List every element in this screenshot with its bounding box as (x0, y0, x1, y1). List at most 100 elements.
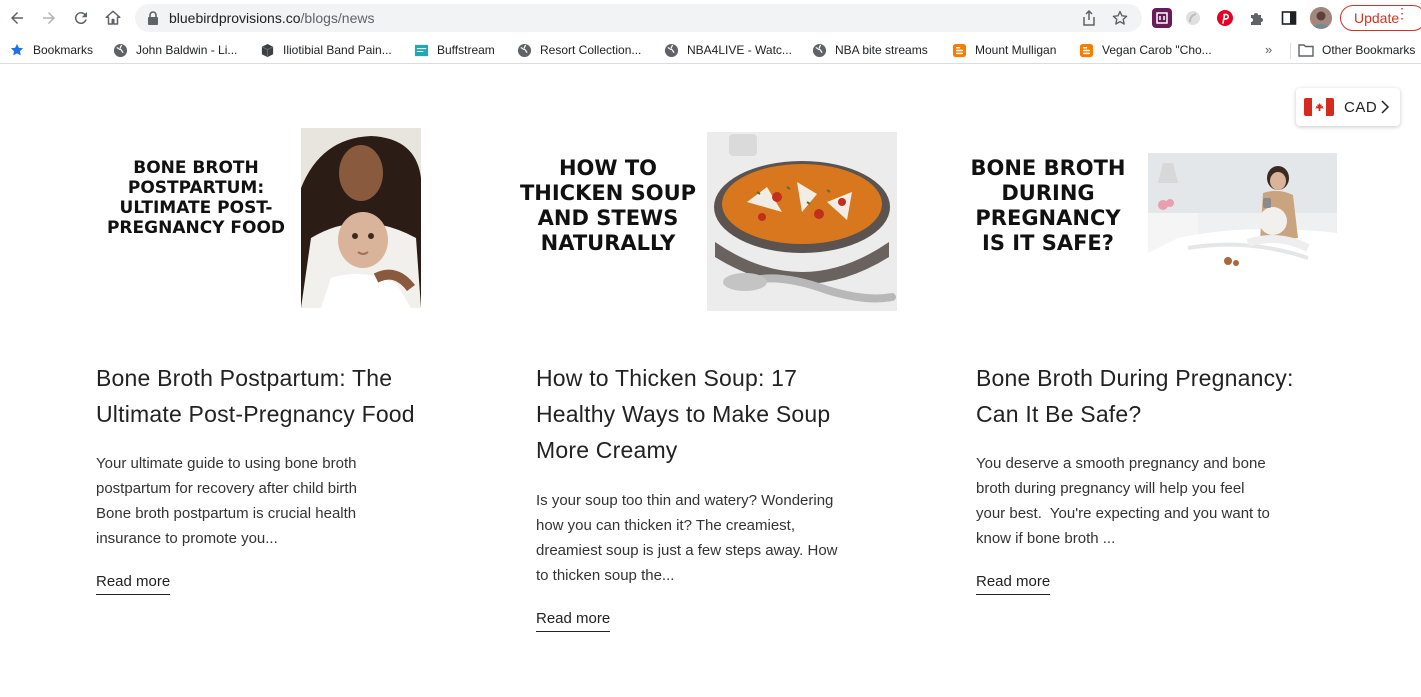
globe-icon (663, 42, 679, 58)
pinterest-icon (1217, 10, 1233, 26)
bookmarks-divider (1290, 43, 1291, 59)
bookmark-label: Iliotibial Band Pain... (283, 43, 392, 57)
post-thumbnail[interactable]: HOW TO THICKEN SOUP AND STEWS NATURALLY (520, 125, 936, 365)
thumbnail-caption: BONE BROTH DURING PREGNANCY IS IT SAFE? (964, 156, 1132, 256)
excerpt-line: You deserve a smooth pregnancy and bone (976, 455, 1266, 472)
bookmark-label: John Baldwin - Li... (136, 43, 238, 57)
pregnant-woman-bed-photo (1148, 153, 1337, 287)
excerpt-line: broth during pregnancy will help you fee… (976, 480, 1245, 497)
other-bookmarks-folder[interactable]: Other Bookmarks (1298, 41, 1415, 59)
extensions-button[interactable] (1247, 8, 1267, 28)
chevron-right-icon (1381, 100, 1390, 114)
bookmark-item[interactable]: Buffstream (413, 41, 495, 59)
read-more-link[interactable]: Read more (536, 610, 611, 632)
caption-line: BONE BROTH (970, 156, 1126, 180)
currency-code: CAD (1344, 98, 1378, 116)
bookmark-label: NBA bite streams (835, 43, 928, 57)
bookmark-label: Vegan Carob "Cho... (1102, 43, 1212, 57)
extension-grey-icon[interactable] (1183, 8, 1203, 28)
address-bar[interactable]: bluebirdprovisions.co/blogs/news (135, 4, 1142, 32)
post-excerpt: Is your soup too thin and watery? Wonder… (536, 488, 906, 588)
bookmark-item[interactable]: Mount Mulligan (951, 41, 1056, 59)
currency-selector[interactable]: CAD (1296, 88, 1400, 126)
blogger-icon (1078, 42, 1094, 58)
browser-toolbar: bluebirdprovisions.co/blogs/news Update … (0, 0, 1421, 36)
bookmark-item[interactable]: Vegan Carob "Cho... (1078, 41, 1212, 59)
globe-icon (811, 42, 827, 58)
bookmark-item[interactable]: John Baldwin - Li... (112, 41, 237, 59)
bookmark-label: Mount Mulligan (975, 43, 1057, 57)
bookmark-item[interactable]: NBA4LIVE - Watc... (663, 41, 792, 59)
more-menu-icon: ⋮ (1395, 5, 1409, 21)
bookmarks-bar: Bookmarks John Baldwin - Li... Iliotibia… (0, 36, 1421, 64)
avatar-icon (1310, 7, 1332, 29)
url-text: bluebirdprovisions.co/blogs/news (169, 10, 374, 26)
bookmark-item[interactable]: NBA bite streams (811, 41, 928, 59)
excerpt-line: insurance to promote you... (96, 530, 278, 547)
url-host: bluebirdprovisions.co (169, 10, 301, 26)
extension-app-icon[interactable] (1152, 8, 1172, 28)
mother-and-baby-photo (301, 128, 421, 308)
title-line: Bone Broth During Pregnancy: (976, 365, 1294, 391)
share-icon[interactable] (1081, 10, 1097, 26)
excerpt-line: Is your soup too thin and watery? Wonder… (536, 492, 834, 509)
read-more-link[interactable]: Read more (976, 573, 1051, 595)
caption-line: NATURALLY (540, 231, 676, 255)
update-button[interactable]: Update ⋮ (1340, 5, 1421, 31)
post-title-link[interactable]: How to Thicken Soup: 17 Healthy Ways to … (536, 360, 916, 468)
home-button[interactable] (101, 6, 125, 30)
post-title-link[interactable]: Bone Broth During Pregnancy: Can It Be S… (976, 360, 1356, 432)
profile-avatar[interactable] (1310, 7, 1332, 29)
side-panel-button[interactable] (1279, 8, 1299, 28)
folder-icon (1298, 42, 1314, 58)
caption-line: HOW TO (558, 156, 658, 180)
forward-button[interactable] (37, 6, 61, 30)
title-line: Bone Broth Postpartum: The (96, 365, 393, 391)
caption-line: POSTPARTUM: (127, 178, 265, 198)
post-thumbnail[interactable]: BONE BROTH DURING PREGNANCY IS IT SAFE? (970, 125, 1376, 365)
bookmark-item[interactable]: Iliotibial Band Pain... (259, 41, 392, 59)
excerpt-line: Your ultimate guide to using bone broth (96, 455, 357, 472)
post-title-link[interactable]: Bone Broth Postpartum: The Ultimate Post… (96, 360, 476, 432)
url-path: /blogs/news (300, 10, 375, 26)
globe-icon (516, 42, 532, 58)
post-excerpt: You deserve a smooth pregnancy and bone … (976, 451, 1346, 551)
canada-flag-icon (1304, 98, 1334, 116)
caption-line: PREGNANCY FOOD (106, 218, 286, 238)
side-panel-icon (1281, 11, 1297, 25)
title-line: Can It Be Safe? (976, 401, 1142, 427)
update-label: Update (1354, 10, 1400, 26)
home-icon (105, 10, 121, 25)
caption-line: ULTIMATE POST- (119, 198, 273, 218)
post-thumbnail[interactable]: BONE BROTH POSTPARTUM: ULTIMATE POST- PR… (96, 125, 496, 365)
bookmark-item[interactable]: Bookmarks (9, 41, 93, 59)
lock-icon (148, 11, 158, 25)
reload-button[interactable] (69, 6, 93, 30)
bookmark-star-icon[interactable] (1112, 10, 1128, 26)
caption-line: DURING (1001, 181, 1095, 205)
title-line: More Creamy (536, 437, 678, 463)
caption-line: AND STEWS (537, 206, 679, 230)
back-button[interactable] (5, 6, 29, 30)
caption-line: IS IT SAFE? (982, 231, 1114, 255)
excerpt-line: your best. You're expecting and you want… (976, 505, 1270, 522)
post-excerpt: Your ultimate guide to using bone broth … (96, 451, 466, 551)
excerpt-line: how you can thicken it? The creamiest, (536, 517, 796, 534)
buffstream-icon (413, 42, 429, 58)
globe-icon (112, 42, 128, 58)
swirl-icon (1186, 11, 1200, 25)
puzzle-icon (1251, 13, 1263, 25)
title-line: How to Thicken Soup: 17 (536, 365, 798, 391)
bookmark-item[interactable]: Resort Collection... (516, 41, 641, 59)
caption-line: THICKEN SOUP (519, 181, 697, 205)
blogger-icon (951, 42, 967, 58)
excerpt-line: postpartum for recovery after child birt… (96, 480, 357, 497)
pinterest-extension-icon[interactable] (1215, 8, 1235, 28)
bookmark-label: Resort Collection... (540, 43, 642, 57)
excerpt-line: Bone broth postpartum is crucial health (96, 505, 357, 522)
arrow-right-icon (43, 12, 55, 24)
read-more-link[interactable]: Read more (96, 573, 171, 595)
app-glyph-icon (1156, 12, 1168, 24)
more-bookmarks-chevron-icon[interactable]: » (1265, 42, 1272, 57)
bookmark-label: NBA4LIVE - Watc... (687, 43, 792, 57)
